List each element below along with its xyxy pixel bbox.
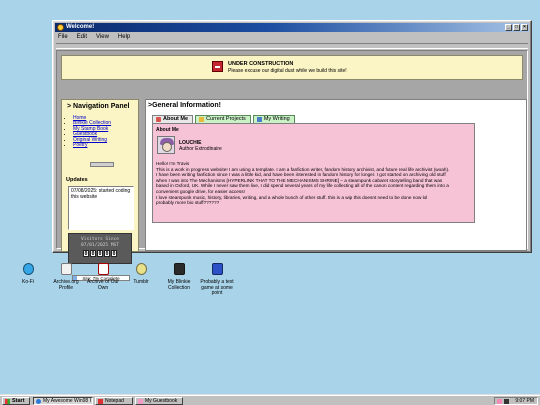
pencil-icon — [256, 117, 262, 122]
desktop-icon-ao3[interactable]: Archive of Our Own — [83, 263, 123, 291]
tab-strip: About Me Current Projects My Writing — [152, 115, 295, 123]
nav-link-poetry[interactable]: Poetry — [73, 142, 87, 148]
counter-digit: 0 — [111, 250, 117, 257]
nav-list: Home Blinkie Collection My Stamp Book Gu… — [73, 115, 138, 148]
banner-subtitle: Please excuse our digital dust while we … — [228, 68, 347, 74]
archive-icon — [60, 263, 72, 275]
menu-bar: File Edit View Help — [57, 33, 130, 42]
tumblr-icon — [135, 263, 147, 275]
desktop-icon-label: Probably a text game at some point — [200, 279, 234, 297]
volume-icon[interactable] — [504, 399, 509, 404]
visitor-counter: Visitors Since 07/01/2025 MST 0 0 0 0 0 — [68, 233, 132, 264]
menu-help[interactable]: Help — [118, 33, 130, 42]
avatar — [157, 136, 175, 154]
folder-icon — [199, 117, 205, 122]
desktop-icon-archive-org[interactable]: Archive.org Profile — [46, 263, 86, 291]
profile-role: Author Extrodinaire — [179, 146, 222, 152]
banner-title: UNDER CONSTRUCTION — [228, 61, 294, 67]
avatar-face — [162, 142, 172, 152]
start-label: Start — [12, 398, 25, 404]
menu-view[interactable]: View — [96, 33, 109, 42]
page-viewport: UNDER CONSTRUCTION Please excuse our dig… — [56, 50, 528, 281]
bio-text: Hello! I'm Travis This is a work in prog… — [156, 161, 474, 206]
notepad-icon — [98, 399, 103, 404]
system-tray: 9:07 PM — [494, 397, 538, 405]
desktop-icon-blinkies[interactable]: My Blinkie Collection — [159, 263, 199, 291]
tab-my-writing[interactable]: My Writing — [252, 115, 295, 123]
tab-about-me[interactable]: About Me — [152, 115, 194, 123]
taskbar-item-guestbook[interactable]: My Guestbook — [135, 397, 183, 405]
about-me-content: About Me LOUCHIE Author Extrodinaire Hel… — [152, 123, 475, 223]
counter-line-2: 07/01/2025 MST — [81, 242, 119, 248]
nav-item[interactable]: Poetry — [73, 142, 138, 148]
desktop-icon-tumblr[interactable]: Tumblr — [121, 263, 161, 286]
kofi-icon — [22, 263, 34, 275]
tab-label: About Me — [163, 116, 189, 122]
counter-digit: 0 — [83, 250, 89, 257]
bio-line: probably more bio stuff?????? — [156, 200, 220, 206]
updates-box[interactable]: 07/08/2025: started coding this website — [68, 186, 134, 230]
construction-sign-icon — [212, 61, 223, 72]
navigation-panel: > Navigation Panel Home Blinkie Collecti… — [61, 99, 139, 281]
desktop-icon-label: Ko-Fi — [22, 279, 34, 285]
menu-file[interactable]: File — [58, 33, 68, 42]
bio-line: I have been writing fanfiction since I w… — [156, 172, 446, 178]
desktop-icon-label: Tumblr — [133, 279, 149, 285]
sidebar-mini-control[interactable] — [90, 162, 114, 167]
close-button[interactable]: × — [521, 24, 528, 31]
book-icon — [138, 399, 143, 404]
tab-label: My Writing — [263, 116, 290, 122]
counter-digit: 0 — [104, 250, 110, 257]
tray-app-icon[interactable] — [497, 399, 502, 404]
start-button[interactable]: Start — [2, 397, 30, 405]
clock: 9:07 PM — [515, 398, 534, 404]
browser-window: Welcome! _ □ × File Edit View Help UNDER… — [52, 20, 532, 281]
desktop-icon-text-game[interactable]: Probably a text game at some point — [197, 263, 237, 297]
updates-heading: Updates — [66, 177, 88, 183]
general-info-panel: >General Information! About Me Current P… — [145, 99, 527, 251]
game-icon — [211, 263, 223, 275]
maximize-button[interactable]: □ — [513, 24, 520, 31]
tab-label: Current Projects — [206, 116, 246, 122]
desktop-icon-label: My Blinkie Collection — [167, 279, 191, 291]
tab-current-projects[interactable]: Current Projects — [195, 115, 251, 123]
taskbar-item-label: My Guestbook — [145, 398, 178, 404]
desktop-icon-label: Archive of Our Own — [87, 279, 119, 291]
toolbar-strip — [56, 43, 528, 49]
window-titlebar[interactable]: Welcome! _ □ × — [55, 23, 529, 32]
taskbar-item-label: My Awesome Win98 I — [43, 398, 91, 404]
app-icon — [57, 24, 64, 31]
about-heading: About Me — [156, 127, 179, 133]
taskbar-item-label: Notepad — [105, 398, 124, 404]
taskbar: Start My Awesome Win98 I Notepad My Gues… — [0, 395, 540, 405]
counter-digit: 0 — [90, 250, 96, 257]
desktop-icon-kofi[interactable]: Ko-Fi — [8, 263, 48, 286]
counter-digit: 0 — [97, 250, 103, 257]
heart-icon — [156, 117, 161, 122]
counter-digits: 0 0 0 0 0 — [69, 250, 131, 257]
taskbar-item-notepad[interactable]: Notepad — [95, 397, 133, 405]
construction-banner: UNDER CONSTRUCTION Please excuse our dig… — [61, 55, 523, 80]
desktop-icon-label: Archive.org Profile — [53, 279, 79, 291]
globe-icon — [36, 399, 41, 404]
menu-edit[interactable]: Edit — [77, 33, 87, 42]
window-title: Welcome! — [66, 24, 95, 30]
main-heading: >General Information! — [148, 102, 221, 109]
taskbar-item-browser[interactable]: My Awesome Win98 I — [33, 397, 93, 405]
ao3-icon — [97, 263, 109, 275]
blinkie-icon — [173, 263, 185, 275]
minimize-button[interactable]: _ — [505, 24, 512, 31]
navigation-heading: > Navigation Panel — [67, 103, 130, 110]
windows-logo-icon — [5, 399, 10, 404]
